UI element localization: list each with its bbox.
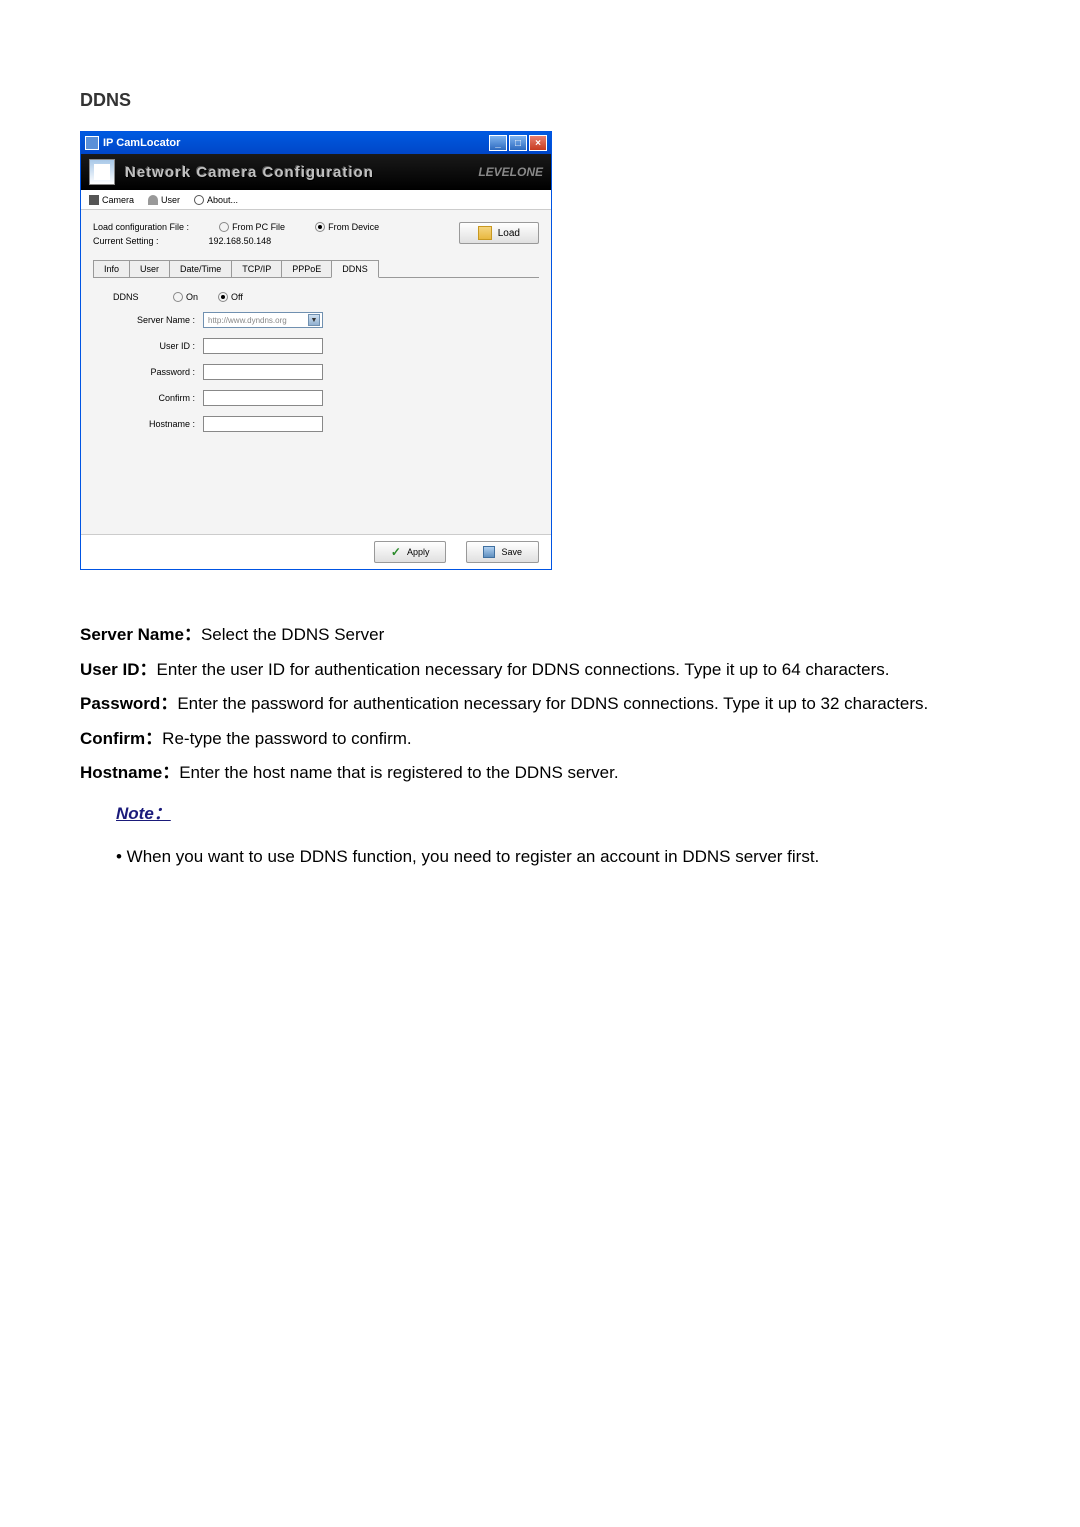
ddns-on-radio[interactable]: On (173, 292, 198, 302)
tab-pppoe[interactable]: PPPoE (281, 260, 332, 277)
about-icon (194, 195, 204, 205)
off-label: Off (231, 292, 243, 302)
hostname-label: Hostname : (113, 419, 203, 429)
doc-user-id-text: Enter the user ID for authentication nec… (157, 660, 890, 679)
hostname-input[interactable] (203, 416, 323, 432)
window-title: IP CamLocator (103, 137, 180, 149)
tab-user[interactable]: User (129, 260, 170, 277)
tab-tcpip[interactable]: TCP/IP (231, 260, 282, 277)
current-setting-label: Current Setting : (93, 236, 159, 246)
tab-info[interactable]: Info (93, 260, 130, 277)
doc-hostname-label: Hostname (80, 763, 162, 782)
header-banner: Network Camera Configuration LEVELONE (81, 154, 551, 190)
ddns-label: DDNS (113, 292, 173, 302)
server-name-value: http://www.dyndns.org (208, 316, 287, 325)
user-icon (148, 195, 158, 205)
load-section: Load configuration File : From PC File F… (93, 222, 539, 246)
from-pc-radio[interactable]: From PC File (219, 222, 285, 232)
tab-ddns[interactable]: DDNS (331, 260, 379, 278)
chevron-down-icon: ▼ (308, 314, 320, 326)
user-id-input[interactable] (203, 338, 323, 354)
radio-icon (219, 222, 229, 232)
user-id-label: User ID : (113, 341, 203, 351)
server-name-select[interactable]: http://www.dyndns.org ▼ (203, 312, 323, 328)
on-label: On (186, 292, 198, 302)
current-ip: 192.168.50.148 (209, 236, 272, 246)
doc-user-id-label: User ID (80, 660, 140, 679)
check-icon: ✓ (391, 545, 401, 559)
folder-icon (478, 226, 492, 240)
radio-icon (218, 292, 228, 302)
toolbar-about[interactable]: About... (194, 195, 238, 205)
close-button[interactable]: × (529, 135, 547, 151)
doc-server-name-text: Select the DDNS Server (201, 625, 384, 644)
doc-confirm-text: Re-type the password to confirm. (162, 729, 411, 748)
load-button-label: Load (498, 228, 520, 239)
tab-datetime[interactable]: Date/Time (169, 260, 232, 277)
note-bullet: • When you want to use DDNS function, yo… (116, 842, 1000, 873)
doc-password-text: Enter the password for authentication ne… (177, 694, 928, 713)
camera-icon (89, 195, 99, 205)
save-button[interactable]: Save (466, 541, 539, 563)
banner-brand: LEVELONE (478, 165, 543, 179)
confirm-label: Confirm : (113, 393, 203, 403)
app-icon (85, 136, 99, 150)
banner-logo-icon (89, 159, 115, 185)
save-icon (483, 546, 495, 558)
password-input[interactable] (203, 364, 323, 380)
content-area: Load configuration File : From PC File F… (81, 210, 551, 534)
load-button[interactable]: Load (459, 222, 539, 244)
doc-hostname-text: Enter the host name that is registered t… (179, 763, 618, 782)
note-heading: Note： (116, 799, 171, 830)
banner-title: Network Camera Configuration (125, 164, 374, 181)
load-config-label: Load configuration File : (93, 222, 189, 232)
password-label: Password : (113, 367, 203, 377)
apply-button[interactable]: ✓ Apply (374, 541, 447, 563)
doc-password-label: Password (80, 694, 160, 713)
doc-text: Server Name：Select the DDNS Server User … (80, 620, 1000, 872)
ddns-off-radio[interactable]: Off (218, 292, 243, 302)
tabs: Info User Date/Time TCP/IP PPPoE DDNS (93, 260, 539, 278)
apply-label: Apply (407, 547, 430, 557)
radio-icon (173, 292, 183, 302)
doc-server-name-label: Server Name (80, 625, 184, 644)
save-label: Save (501, 547, 522, 557)
minimize-button[interactable]: _ (489, 135, 507, 151)
from-pc-label: From PC File (232, 222, 285, 232)
titlebar: IP CamLocator _ □ × (81, 132, 551, 154)
doc-confirm-label: Confirm (80, 729, 145, 748)
toolbar: Camera User About... (81, 190, 551, 210)
footer-buttons: ✓ Apply Save (81, 534, 551, 569)
confirm-input[interactable] (203, 390, 323, 406)
from-device-radio[interactable]: From Device (315, 222, 379, 232)
toolbar-camera[interactable]: Camera (89, 195, 134, 205)
server-name-label: Server Name : (113, 315, 203, 325)
toolbar-camera-label: Camera (102, 195, 134, 205)
app-window: IP CamLocator _ □ × Network Camera Confi… (80, 131, 552, 570)
toolbar-user[interactable]: User (148, 195, 180, 205)
radio-icon (315, 222, 325, 232)
toolbar-about-label: About... (207, 195, 238, 205)
from-device-label: From Device (328, 222, 379, 232)
section-title: DDNS (80, 90, 1000, 111)
toolbar-user-label: User (161, 195, 180, 205)
ddns-form: DDNS On Off Server Name : http://www.dyn… (93, 292, 539, 432)
maximize-button[interactable]: □ (509, 135, 527, 151)
